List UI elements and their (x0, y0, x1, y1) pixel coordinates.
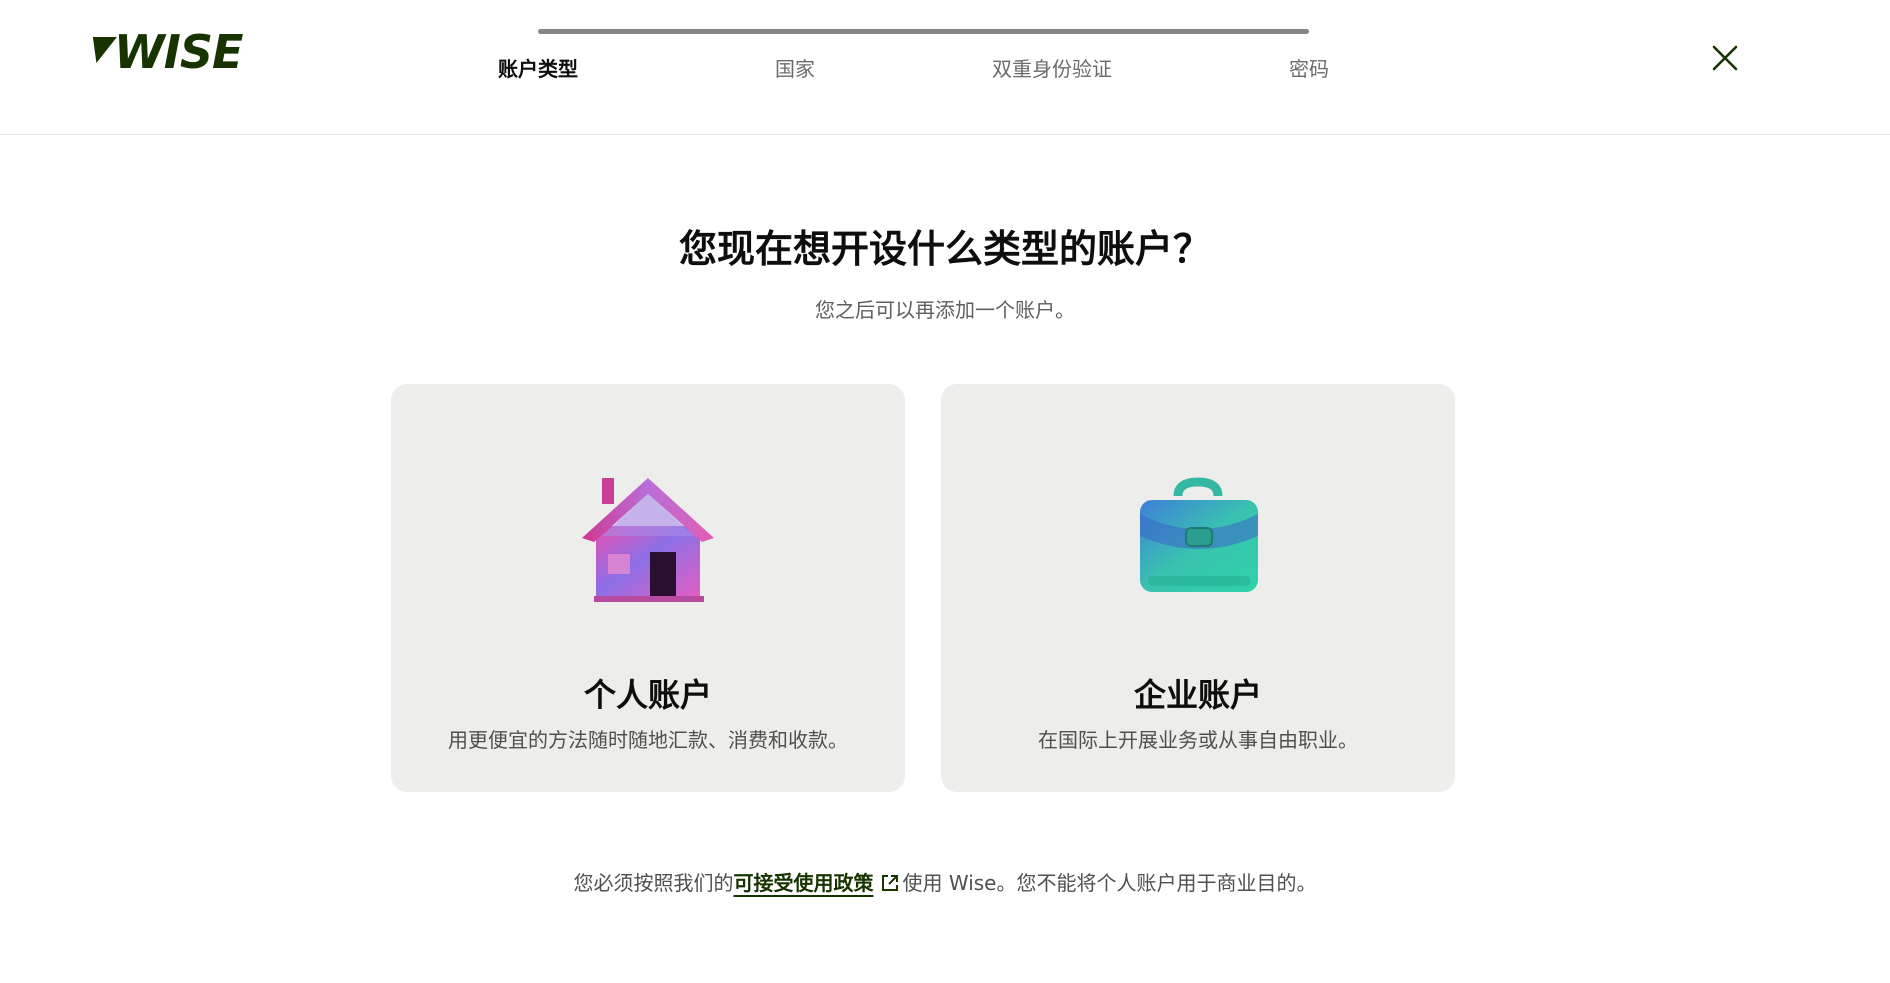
stepper-progress-fill (538, 29, 1309, 34)
progress-stepper: 账户类型 国家 双重身份验证 密码 (498, 29, 1329, 89)
wise-logo[interactable]: WISE (84, 25, 243, 79)
top-bar: WISE 账户类型 国家 双重身份验证 密码 (0, 0, 1890, 135)
briefcase-icon (1140, 477, 1258, 592)
usage-policy-note: 您必须按照我们的可接受使用政策 使用 Wise。您不能将个人账户用于商业目的。 (0, 867, 1890, 896)
personal-account-card[interactable]: 个人账户 用更便宜的方法随时随地汇款、消费和收款。 (391, 384, 905, 792)
step-two-factor: 双重身份验证 (992, 57, 1112, 81)
logo-wordmark: WISE (114, 25, 243, 79)
usage-note-prefix: 您必须按照我们的 (573, 871, 734, 895)
personal-account-title: 个人账户 (583, 676, 712, 714)
wise-flag-icon (84, 37, 117, 63)
external-link-icon (881, 875, 898, 891)
step-account-type: 账户类型 (498, 57, 578, 81)
business-account-card[interactable]: 企业账户 在国际上开展业务或从事自由职业。 (941, 384, 1455, 792)
close-icon (1712, 45, 1738, 71)
page-subtitle: 您之后可以再添加一个账户。 (815, 298, 1075, 322)
house-icon (582, 478, 714, 602)
business-account-title: 企业账户 (1133, 676, 1262, 714)
step-country: 国家 (775, 57, 815, 81)
business-account-description: 在国际上开展业务或从事自由职业。 (1038, 728, 1358, 752)
personal-account-description: 用更便宜的方法随时随地汇款、消费和收款。 (448, 728, 848, 752)
page-title: 您现在想开设什么类型的账户？ (678, 227, 1211, 271)
acceptable-use-policy-link[interactable]: 可接受使用政策 (734, 871, 903, 895)
policy-link-label: 可接受使用政策 (733, 871, 874, 895)
close-button[interactable] (1705, 38, 1745, 78)
step-password: 密码 (1289, 57, 1329, 81)
stepper-track (538, 29, 1309, 34)
usage-note-suffix: 使用 Wise。您不能将个人账户用于商业目的。 (902, 871, 1317, 895)
